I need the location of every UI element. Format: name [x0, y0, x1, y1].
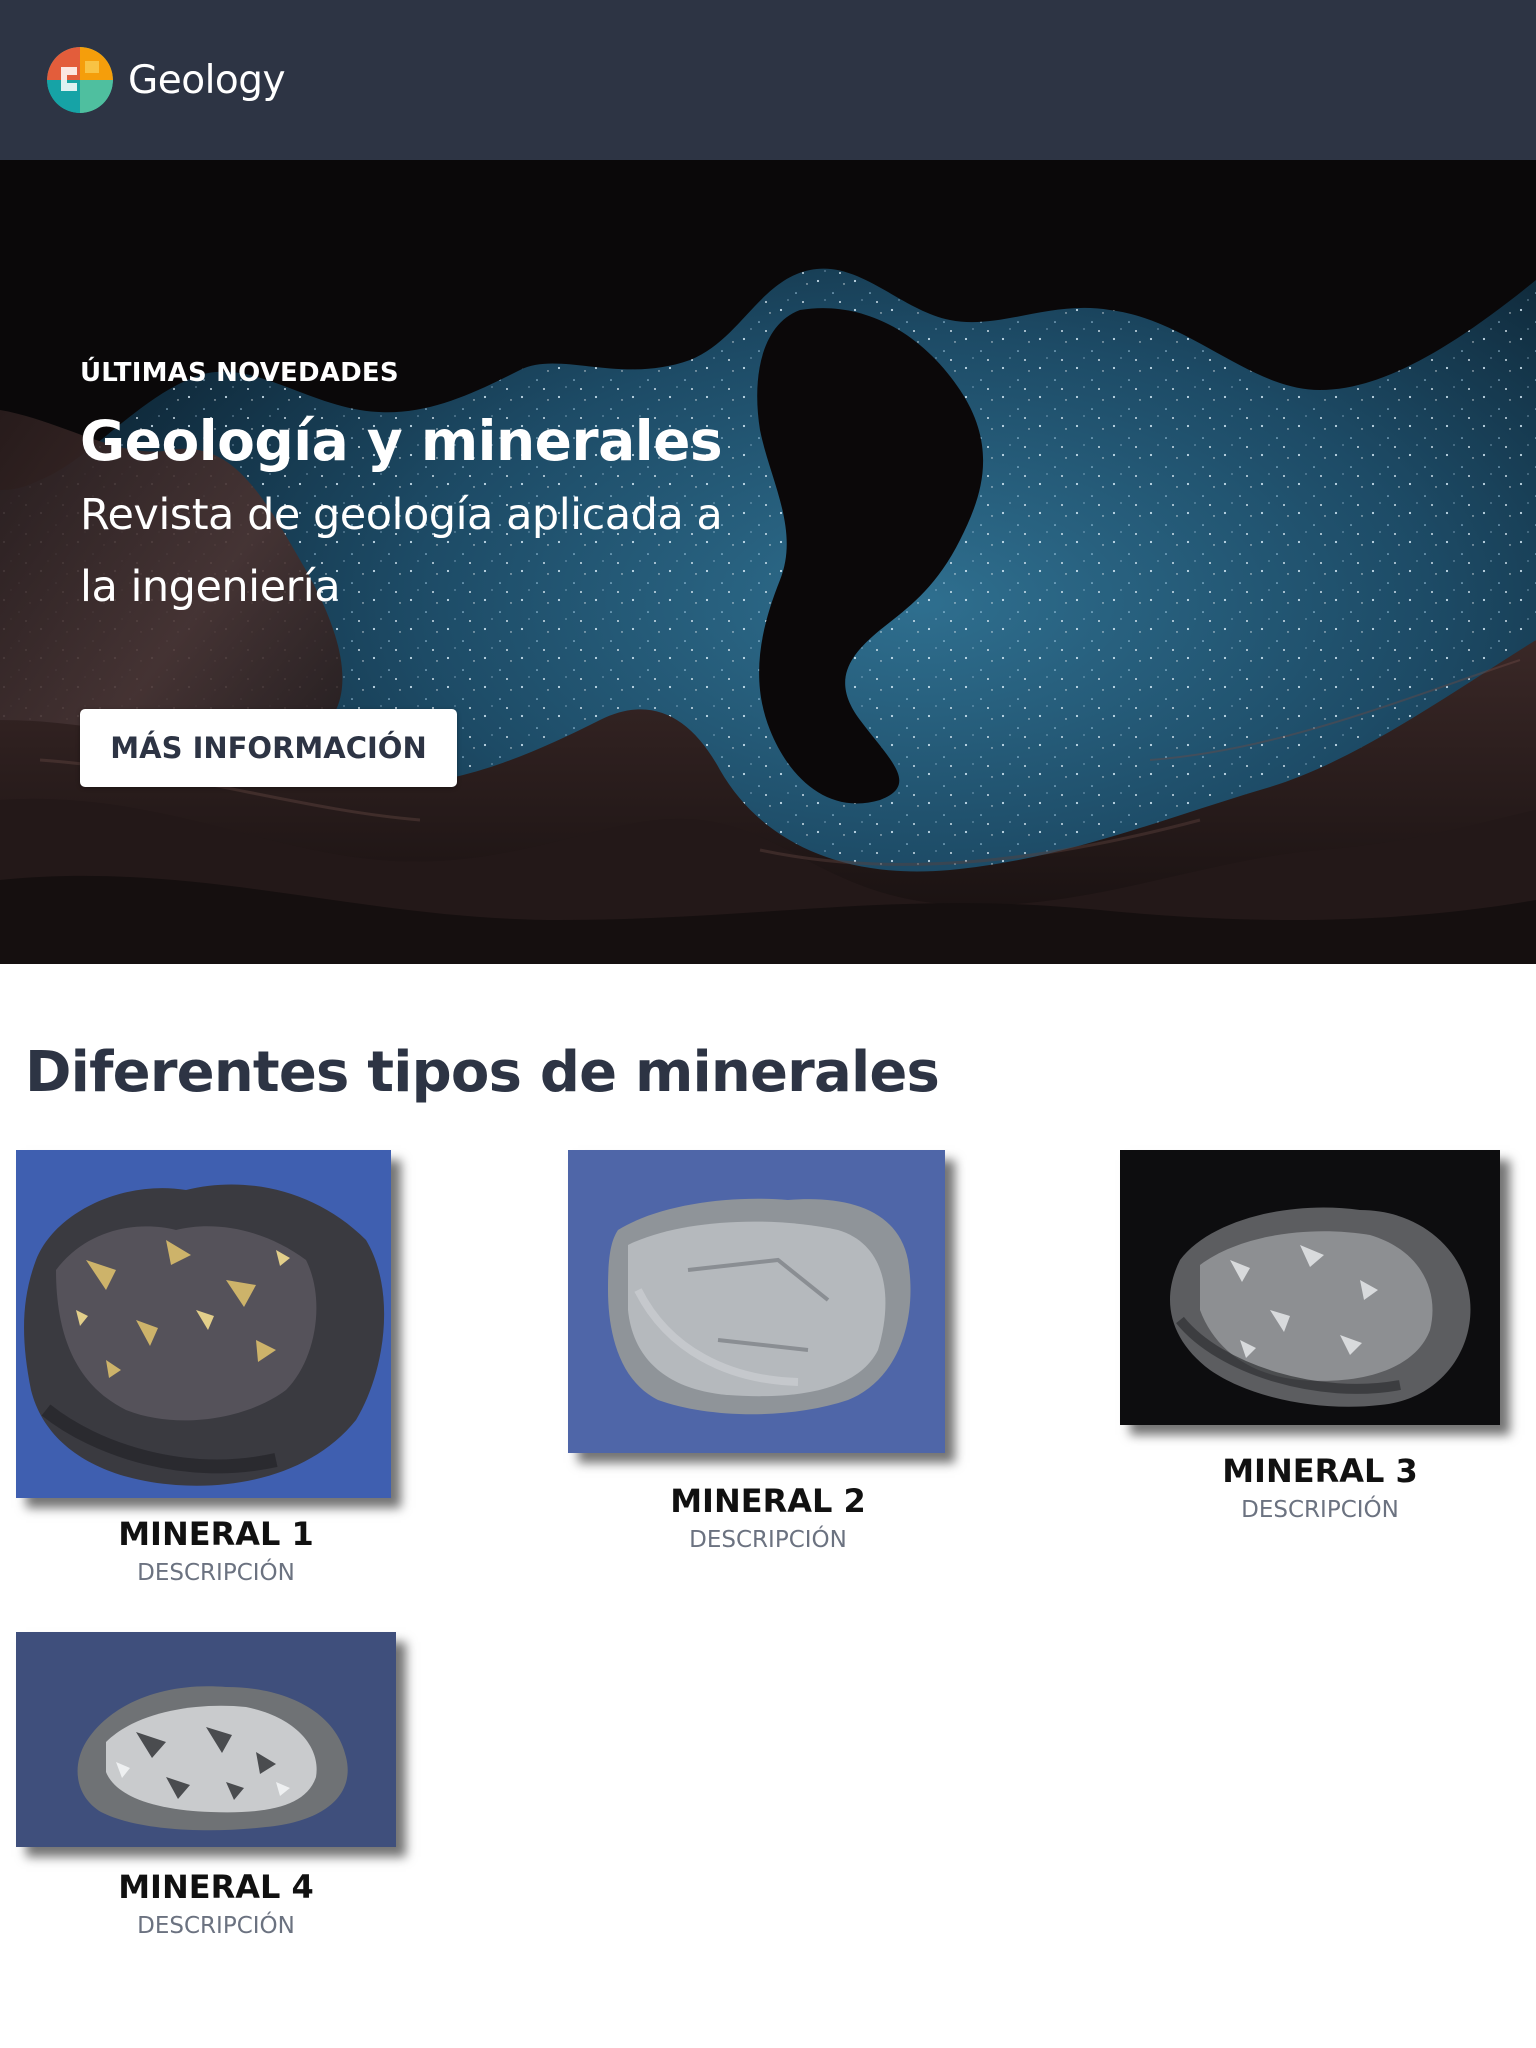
mineral-card[interactable]: MINERAL 4 DESCRIPCIÓN — [16, 1632, 416, 1945]
mineral-card[interactable]: MINERAL 2 DESCRIPCIÓN — [568, 1150, 968, 1559]
mineral-name: MINERAL 4 — [118, 1868, 314, 1906]
mineral-description: DESCRIPCIÓN — [1241, 1497, 1399, 1523]
mineral-name: MINERAL 2 — [670, 1482, 866, 1520]
mineral-card[interactable]: MINERAL 3 DESCRIPCIÓN — [1120, 1150, 1520, 1529]
hero-text-block: ÚLTIMAS NOVEDADES Geología y minerales R… — [80, 358, 780, 623]
mineral-name: MINERAL 1 — [118, 1515, 314, 1553]
mineral-name: MINERAL 3 — [1222, 1452, 1418, 1490]
section-title: Diferentes tipos de minerales — [25, 1040, 940, 1105]
hero-eyebrow: ÚLTIMAS NOVEDADES — [80, 358, 399, 388]
mineral-description: DESCRIPCIÓN — [137, 1560, 295, 1586]
brand-name[interactable]: Geology — [128, 58, 286, 103]
hero-banner: ÚLTIMAS NOVEDADES Geología y minerales R… — [0, 160, 1536, 964]
silver-ore-on-black-image[interactable] — [1120, 1150, 1500, 1425]
hero-subtitle: Revista de geología aplicada a la ingeni… — [80, 490, 723, 613]
white-grey-rock-on-blue-image[interactable] — [16, 1632, 396, 1847]
globe-logo-icon[interactable] — [47, 47, 113, 113]
hero-title: Geología y minerales — [80, 409, 723, 473]
grey-rock-on-blue-image[interactable] — [568, 1150, 945, 1453]
mineral-card[interactable]: MINERAL 1 DESCRIPCIÓN — [16, 1150, 416, 1592]
site-header: Geology — [0, 0, 1536, 160]
more-info-button[interactable]: MÁS INFORMACIÓN — [80, 709, 457, 787]
mineral-description: DESCRIPCIÓN — [689, 1527, 847, 1553]
dark-rock-with-gold-flecks-image[interactable] — [16, 1150, 391, 1498]
mineral-description: DESCRIPCIÓN — [137, 1913, 295, 1939]
